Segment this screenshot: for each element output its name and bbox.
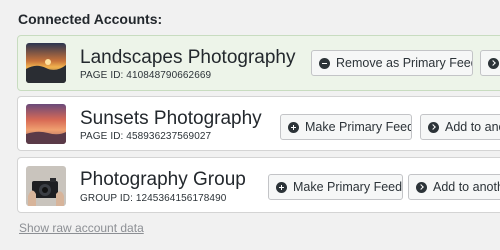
account-row-sunsets: Sunsets Photography PAGE ID: 45893623756… — [17, 96, 500, 151]
account-group-id: GROUP ID: 1245364156178490 — [80, 193, 227, 204]
add-to-another-button[interactable]: Add to ano — [420, 114, 500, 140]
account-name: Landscapes Photography — [80, 47, 296, 68]
chevron-right-circle-icon — [428, 121, 439, 133]
button-label: Add to ano — [445, 120, 500, 134]
account-row-landscapes: Landscapes Photography PAGE ID: 41084879… — [17, 35, 500, 91]
chevron-right-circle-icon — [416, 181, 427, 193]
connected-accounts-heading: Connected Accounts: — [18, 11, 163, 27]
account-avatar — [26, 43, 66, 83]
add-to-another-button[interactable]: Add to anoth — [408, 174, 500, 200]
show-raw-account-data-link[interactable]: Show raw account data — [19, 221, 144, 235]
account-row-photography-group: Photography Group GROUP ID: 124536415617… — [17, 157, 500, 213]
button-label: Make Primary Feed — [293, 180, 403, 194]
add-to-another-button[interactable] — [480, 50, 500, 76]
button-label: Remove as Primary Feed — [336, 56, 473, 70]
minus-circle-icon — [319, 57, 330, 69]
account-page-id: PAGE ID: 410848790662669 — [80, 70, 212, 81]
make-primary-feed-button[interactable]: Make Primary Feed — [268, 174, 403, 200]
plus-circle-icon — [288, 121, 299, 133]
remove-primary-feed-button[interactable]: Remove as Primary Feed — [311, 50, 473, 76]
button-label: Make Primary Feed — [305, 120, 412, 134]
account-page-id: PAGE ID: 458936237569027 — [80, 131, 212, 142]
button-label: Add to anoth — [433, 180, 500, 194]
plus-circle-icon — [276, 181, 287, 193]
make-primary-feed-button[interactable]: Make Primary Feed — [280, 114, 412, 140]
chevron-right-circle-icon — [488, 57, 499, 69]
account-avatar — [26, 104, 66, 144]
account-name: Photography Group — [80, 169, 246, 190]
account-name: Sunsets Photography — [80, 108, 262, 129]
account-avatar — [26, 166, 66, 206]
